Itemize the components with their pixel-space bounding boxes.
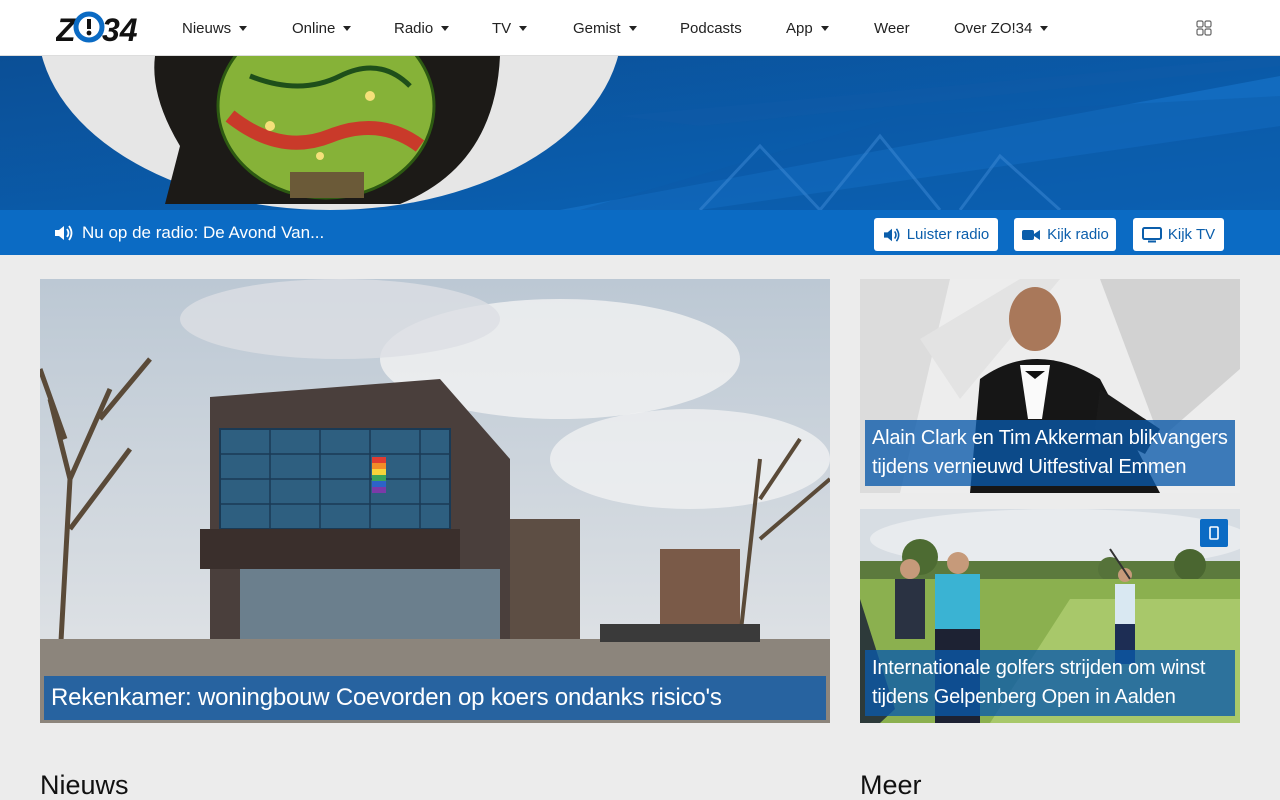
video-camera-icon bbox=[1022, 229, 1041, 240]
nav-podcasts[interactable]: Podcasts bbox=[680, 0, 742, 56]
video-badge bbox=[1200, 519, 1228, 547]
featured-main-image bbox=[40, 279, 830, 723]
nav-weer[interactable]: Weer bbox=[874, 0, 910, 56]
nav-label: Online bbox=[292, 19, 336, 37]
watch-radio-label: Kijk radio bbox=[1047, 226, 1109, 243]
featured-main-card[interactable]: Rekenkamer: woningbouw Coevorden op koer… bbox=[40, 279, 830, 723]
tv-icon bbox=[1141, 226, 1162, 242]
nav-radio[interactable]: Radio bbox=[394, 0, 450, 56]
caret-down-icon bbox=[239, 26, 248, 31]
nav-label: Podcasts bbox=[680, 19, 742, 37]
nav-label: Gemist bbox=[573, 19, 621, 37]
nav-label: Radio bbox=[394, 19, 434, 37]
nav-over-zo34[interactable]: Over ZO!34 bbox=[954, 0, 1049, 56]
now-playing[interactable]: Nu op de radio: De Avond Van... bbox=[54, 210, 324, 255]
nav-gemist[interactable]: Gemist bbox=[573, 0, 637, 56]
listen-radio-button[interactable]: Luister radio bbox=[874, 218, 998, 251]
nav-label: Weer bbox=[874, 19, 910, 37]
featured-side-title-1: Alain Clark en Tim Akkerman blikvangers … bbox=[865, 420, 1235, 486]
caret-down-icon bbox=[1040, 26, 1049, 31]
svg-text:34: 34 bbox=[102, 12, 138, 46]
volume-icon bbox=[55, 224, 73, 241]
nav-label: App bbox=[786, 19, 813, 37]
more-section-title: Meer bbox=[860, 770, 922, 800]
nav-app[interactable]: App bbox=[786, 0, 829, 56]
watch-tv-label: Kijk TV bbox=[1167, 226, 1216, 243]
caret-down-icon bbox=[628, 26, 637, 31]
watch-tv-button[interactable]: Kijk TV bbox=[1133, 218, 1224, 251]
video-icon bbox=[1209, 526, 1219, 540]
nav-label: Nieuws bbox=[182, 19, 232, 37]
caret-down-icon bbox=[343, 26, 352, 31]
nav-nieuws[interactable]: Nieuws bbox=[182, 0, 248, 56]
featured-side-title-2: Internationale golfers strijden om winst… bbox=[865, 650, 1235, 716]
listen-radio-label: Luister radio bbox=[906, 226, 990, 243]
caret-down-icon bbox=[820, 26, 829, 31]
zo34-logo[interactable]: Z 34 bbox=[56, 10, 142, 46]
hero-artwork bbox=[0, 56, 1280, 210]
nav-online[interactable]: Online bbox=[292, 0, 352, 56]
hero-banner bbox=[0, 56, 1280, 210]
radio-bar: Nu op de radio: De Avond Van... Luister … bbox=[0, 210, 1280, 255]
nav-label: Over ZO!34 bbox=[954, 19, 1033, 37]
nav-label: TV bbox=[492, 19, 512, 37]
now-playing-text: Nu op de radio: De Avond Van... bbox=[82, 222, 325, 242]
featured-main-title: Rekenkamer: woningbouw Coevorden op koer… bbox=[44, 676, 826, 720]
watch-radio-button[interactable]: Kijk radio bbox=[1014, 218, 1116, 251]
top-navbar: Z 34 Nieuws Online Radio TV Gemist Podca… bbox=[0, 0, 1280, 56]
grid-icon[interactable] bbox=[1196, 20, 1212, 36]
volume-icon bbox=[883, 227, 900, 242]
caret-down-icon bbox=[519, 26, 528, 31]
news-section-title: Nieuws bbox=[40, 770, 129, 800]
nav-tv[interactable]: TV bbox=[492, 0, 528, 56]
featured-side-card-2[interactable]: Internationale golfers strijden om winst… bbox=[860, 509, 1240, 723]
caret-down-icon bbox=[441, 26, 450, 31]
featured-side-card-1[interactable]: Alain Clark en Tim Akkerman blikvangers … bbox=[860, 279, 1240, 493]
